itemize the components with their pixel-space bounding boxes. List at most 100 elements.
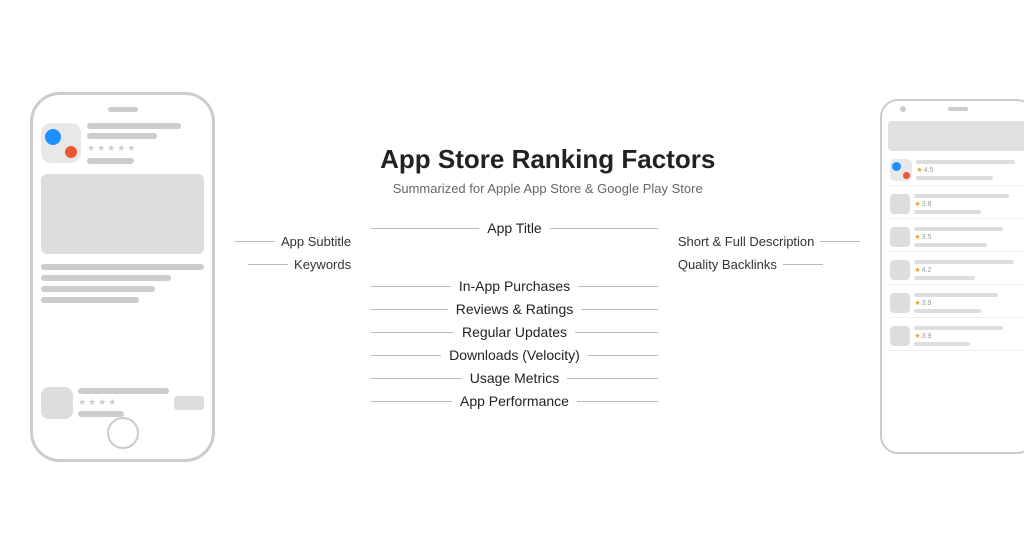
review-icon-5 bbox=[890, 293, 910, 313]
bc-star-2: ★ bbox=[88, 397, 96, 408]
line-subtitle bbox=[235, 241, 275, 242]
line-left-inapp bbox=[371, 286, 451, 287]
bc-star-3: ★ bbox=[98, 397, 106, 408]
line-right-inapp bbox=[578, 286, 658, 287]
rl-3a bbox=[914, 227, 1003, 231]
bubble-red-icon bbox=[65, 146, 77, 158]
bc-stars: ★ ★ ★ ★ bbox=[78, 397, 169, 408]
review-icon-4 bbox=[890, 260, 910, 280]
iphone-banner bbox=[41, 174, 204, 254]
s6: ★ bbox=[914, 332, 920, 340]
iphone-bottom-card: ★ ★ ★ ★ bbox=[41, 387, 204, 419]
line-left-downloads bbox=[371, 355, 441, 356]
line-left-usage bbox=[371, 378, 462, 379]
line-left-reviews bbox=[371, 309, 448, 310]
review-row-2: ★ 3.8 bbox=[888, 190, 1024, 219]
bubble-r-sm bbox=[903, 172, 910, 179]
rating-4: ★ 4.2 bbox=[914, 266, 1024, 274]
bubble-b-sm bbox=[892, 162, 901, 171]
iphone-top-bar: ★ ★ ★ ★ ★ bbox=[41, 123, 204, 164]
label-app-title: App Title bbox=[487, 220, 541, 236]
bottom-card-lines: ★ ★ ★ ★ bbox=[78, 388, 169, 417]
row-app-title: App Title bbox=[371, 220, 658, 236]
label-app-performance: App Performance bbox=[460, 393, 569, 409]
line-right-downloads bbox=[588, 355, 658, 356]
rating-1: ★ 4.5 bbox=[916, 166, 1024, 174]
review-content-5: ★ 3.9 bbox=[914, 293, 1024, 313]
rating-6: ★ 3.9 bbox=[914, 332, 1024, 340]
label-subtitle: App Subtitle bbox=[281, 234, 351, 249]
app-info-lines: ★ ★ ★ ★ ★ bbox=[87, 123, 204, 164]
line-left-updates bbox=[371, 332, 454, 333]
factor-right-backlinks: Quality Backlinks bbox=[678, 257, 823, 272]
review-icon-2 bbox=[890, 194, 910, 214]
line-backlinks bbox=[783, 264, 823, 265]
line-right-perf bbox=[577, 401, 658, 402]
rl-2a bbox=[914, 194, 1008, 198]
factors-center-column: App Title In-App Purchases Reviews & Rat… bbox=[371, 220, 658, 409]
rl-5b bbox=[914, 309, 981, 313]
rl-4b bbox=[914, 276, 975, 280]
bc-star-4: ★ bbox=[108, 397, 116, 408]
star-2: ★ bbox=[97, 143, 105, 154]
star-1: ★ bbox=[87, 143, 95, 154]
bc-line-1 bbox=[78, 388, 169, 394]
rating-5: ★ 3.9 bbox=[914, 299, 1024, 307]
s3: ★ bbox=[914, 233, 920, 241]
label-reviews-ratings: Reviews & Ratings bbox=[456, 301, 574, 317]
label-keywords: Keywords bbox=[294, 257, 351, 272]
rating-2: ★ 3.8 bbox=[914, 200, 1024, 208]
factors-right-column: Short & Full Description Quality Backlin… bbox=[658, 220, 861, 409]
line-right-usage bbox=[567, 378, 658, 379]
rating-val-2: 3.8 bbox=[922, 201, 932, 208]
line-left-perf bbox=[371, 401, 452, 402]
row-updates: Regular Updates bbox=[371, 324, 658, 340]
label-usage-metrics: Usage Metrics bbox=[470, 370, 559, 386]
rating-3: ★ 3.5 bbox=[914, 233, 1024, 241]
factor-right-description: Short & Full Description bbox=[678, 234, 861, 249]
line-description bbox=[820, 241, 860, 242]
bc-line-2 bbox=[78, 411, 124, 417]
info-line-1 bbox=[87, 123, 181, 129]
small-app-icon bbox=[41, 387, 73, 419]
s5: ★ bbox=[914, 299, 920, 307]
review-content-1: ★ 4.5 bbox=[916, 160, 1024, 180]
rl-4a bbox=[914, 260, 1014, 264]
rl-2b bbox=[914, 210, 981, 214]
line-keywords bbox=[248, 264, 288, 265]
bc-button bbox=[174, 396, 204, 410]
review-row-6: ★ 3.9 bbox=[888, 322, 1024, 351]
text-line-3 bbox=[41, 286, 155, 292]
label-in-app-purchases: In-App Purchases bbox=[459, 278, 570, 294]
stars-line: ★ ★ ★ ★ ★ bbox=[87, 143, 204, 154]
review-content-3: ★ 3.5 bbox=[914, 227, 1024, 247]
line-right-app-title bbox=[550, 228, 658, 229]
android-mockup: ★ 4.5 ★ 3.8 ★ 3. bbox=[880, 99, 1024, 454]
star-4: ★ bbox=[117, 143, 125, 154]
s1: ★ bbox=[916, 166, 922, 174]
text-line-2 bbox=[41, 275, 171, 281]
review-icon-6 bbox=[890, 326, 910, 346]
rating-val-6: 3.9 bbox=[922, 333, 932, 340]
review-icon-3 bbox=[890, 227, 910, 247]
review-row-3: ★ 3.5 bbox=[888, 223, 1024, 252]
page-subtitle: Summarized for Apple App Store & Google … bbox=[393, 181, 703, 196]
iphone-mockup: ★ ★ ★ ★ ★ ★ bbox=[30, 92, 215, 462]
star-3: ★ bbox=[107, 143, 115, 154]
info-line-2 bbox=[87, 133, 157, 139]
text-line-1 bbox=[41, 264, 204, 270]
page-title: App Store Ranking Factors bbox=[380, 144, 715, 175]
s2: ★ bbox=[914, 200, 920, 208]
camera-dot bbox=[900, 106, 906, 112]
label-regular-updates: Regular Updates bbox=[462, 324, 567, 340]
android-top-bar bbox=[888, 121, 1024, 151]
label-backlinks: Quality Backlinks bbox=[678, 257, 777, 272]
line-right-reviews bbox=[581, 309, 658, 310]
row-usage: Usage Metrics bbox=[371, 370, 658, 386]
line-right-updates bbox=[575, 332, 658, 333]
factors-left-column: App Subtitle Keywords bbox=[235, 220, 371, 409]
review-content-4: ★ 4.2 bbox=[914, 260, 1024, 280]
rl-6a bbox=[914, 326, 1003, 330]
info-line-3 bbox=[87, 158, 134, 164]
rating-val-5: 3.9 bbox=[922, 300, 932, 307]
